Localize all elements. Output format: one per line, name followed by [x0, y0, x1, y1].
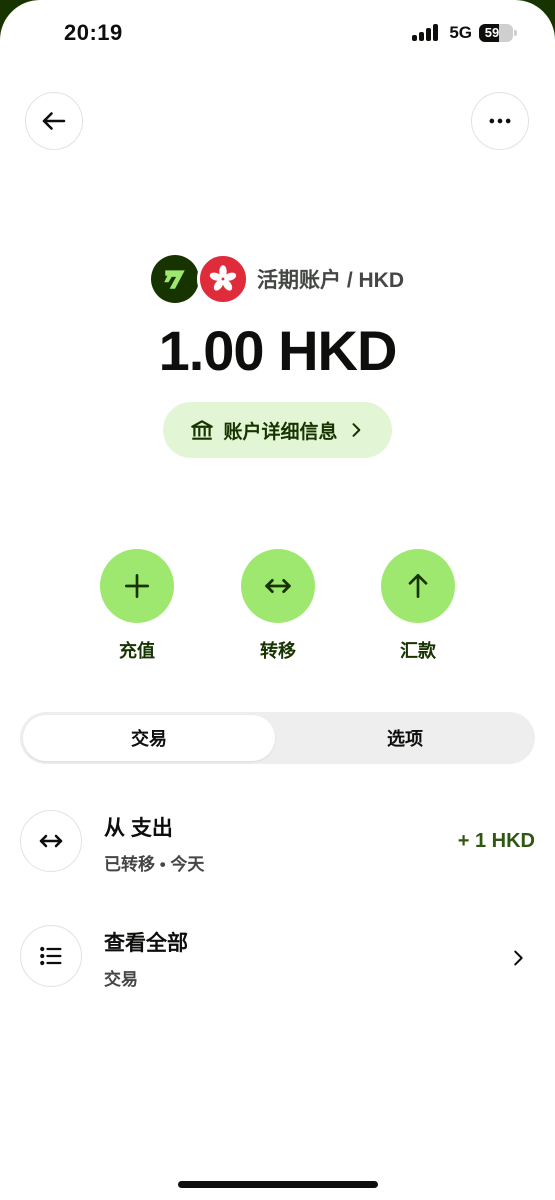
- plus-icon: [125, 574, 149, 598]
- account-screen: 20:19 5G 59 活期账户 / HKD 1.00 HKD 账户详细信息 充…: [0, 0, 555, 1200]
- account-logos: [151, 253, 251, 305]
- transaction-icon-circle: [20, 810, 82, 872]
- add-money-button[interactable]: [100, 549, 174, 623]
- arrow-up-icon: [408, 574, 428, 598]
- move-money-label: 转移: [260, 641, 296, 661]
- account-header: 活期账户 / HKD: [0, 253, 555, 305]
- send-money-action[interactable]: 汇款: [381, 549, 455, 663]
- view-all-subtitle: 交易: [104, 970, 138, 989]
- status-bar: 20:19 5G 59: [0, 0, 555, 66]
- transaction-row[interactable]: 从 支出 已转移 • 今天 + 1 HKD: [20, 810, 535, 886]
- battery-icon: 59: [479, 24, 517, 42]
- wise-logo-icon: [151, 255, 199, 303]
- account-details-button[interactable]: 账户详细信息: [163, 402, 392, 458]
- battery-tip: [514, 30, 517, 36]
- transaction-amount: + 1 HKD: [457, 830, 535, 852]
- view-all-icon-circle: [20, 925, 82, 987]
- battery-level: 59: [484, 25, 500, 40]
- list-icon: [40, 946, 62, 966]
- more-options-button[interactable]: [471, 92, 529, 150]
- account-balance: 1.00 HKD: [158, 319, 398, 382]
- status-time: 20:19: [64, 20, 123, 45]
- tab-options[interactable]: 选项: [278, 715, 532, 761]
- network-type: 5G: [449, 23, 472, 42]
- tab-transactions[interactable]: 交易: [23, 715, 275, 761]
- send-money-button[interactable]: [381, 549, 455, 623]
- account-details-label: 账户详细信息: [223, 421, 338, 443]
- arrows-left-right-icon: [39, 834, 63, 848]
- chevron-right-icon[interactable]: [507, 947, 529, 969]
- arrow-left-icon: [42, 112, 66, 130]
- add-money-action[interactable]: 充值: [100, 549, 174, 663]
- add-money-label: 充值: [119, 641, 155, 661]
- chevron-right-icon: [352, 423, 360, 437]
- transaction-subtitle: 已转移 • 今天: [104, 855, 205, 874]
- transaction-title: 从 支出: [104, 817, 173, 840]
- view-all-row[interactable]: 查看全部 交易: [20, 925, 535, 1001]
- move-money-action[interactable]: 转移: [241, 549, 315, 663]
- move-money-button[interactable]: [241, 549, 315, 623]
- home-indicator[interactable]: [178, 1181, 378, 1188]
- account-title: 活期账户 / HKD: [257, 269, 404, 292]
- more-dots-icon: [489, 118, 511, 124]
- arrows-left-right-icon: [265, 578, 291, 594]
- signal-icon: [412, 23, 442, 43]
- back-button[interactable]: [25, 92, 83, 150]
- hong-kong-flag-icon: [197, 253, 249, 305]
- bank-icon: [191, 420, 214, 440]
- view-all-title: 查看全部: [104, 932, 188, 955]
- segmented-tabs: 交易 选项: [20, 712, 535, 764]
- status-indicators: 5G 59: [412, 22, 517, 44]
- send-money-label: 汇款: [400, 641, 436, 661]
